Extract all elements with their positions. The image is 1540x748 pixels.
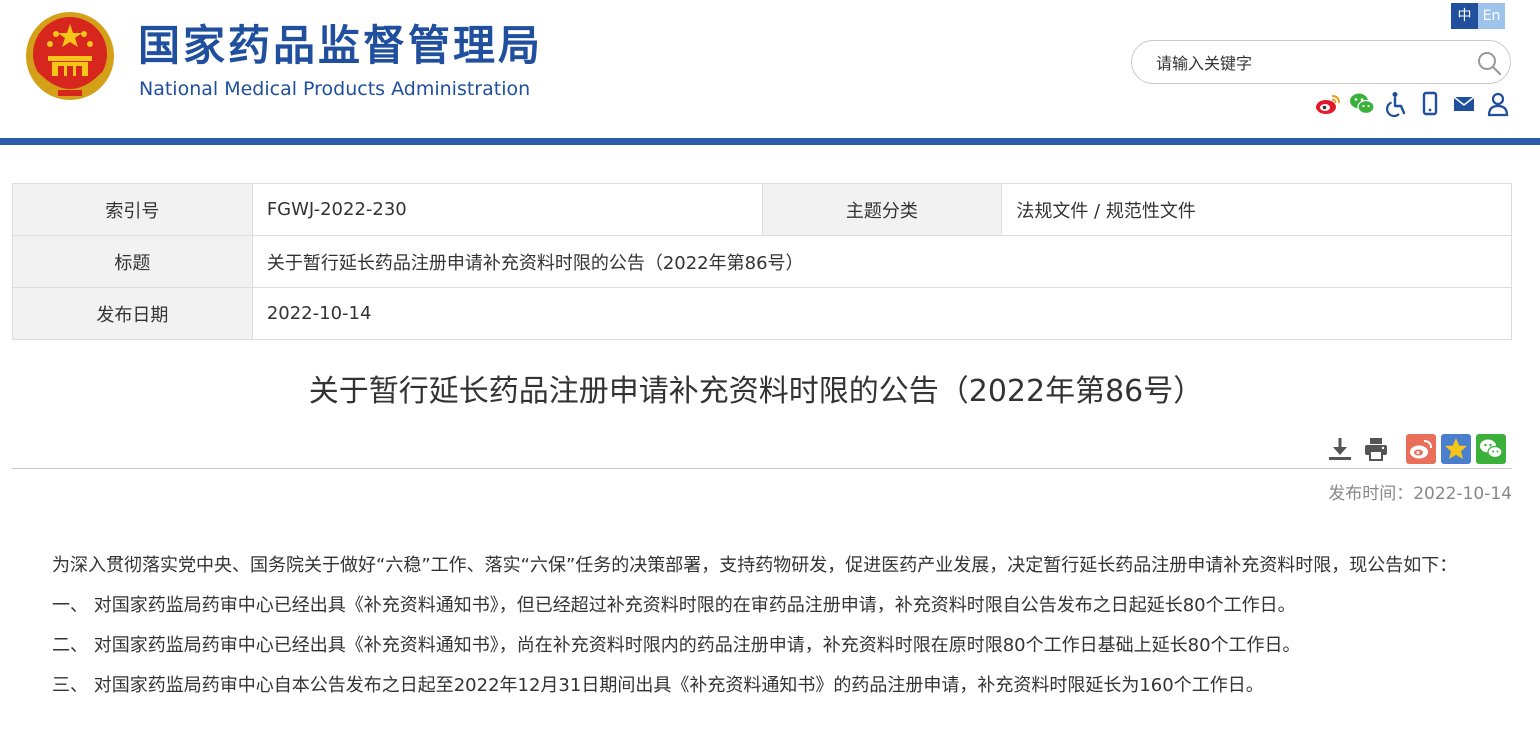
article-paragraph-3: 三、 对国家药监局药审中心自本公告发布之日起至2022年12月31日期间出具《补… [52, 675, 1264, 696]
site-logo-chinese[interactable]: 国家药品监督管理局 [138, 20, 543, 72]
document-info-table: 索引号 FGWJ-2022-230 主题分类 法规文件 / 规范性文件 标题 关… [12, 183, 1513, 340]
category-value: 法规文件 / 规范性文件 [1001, 183, 1512, 236]
header-social-links [1314, 90, 1512, 118]
index-label: 索引号 [12, 183, 253, 236]
share-weibo-icon[interactable] [1406, 434, 1436, 464]
mail-icon[interactable] [1450, 90, 1478, 118]
title-value: 关于暂行延长药品注册申请补充资料时限的公告（2022年第86号） [251, 235, 1513, 288]
info-row-index: 索引号 FGWJ-2022-230 主题分类 法规文件 / 规范性文件 [12, 183, 1512, 236]
info-row-date: 发布日期 2022-10-14 [12, 287, 1513, 340]
search-icon[interactable] [1476, 50, 1502, 76]
article-title: 关于暂行延长药品注册申请补充资料时限的公告（2022年第86号） [308, 374, 1204, 409]
article-paragraph-2: 二、 对国家药监局药审中心已经出具《补充资料通知书》，尚在补充资料时限内的药品注… [52, 635, 1301, 656]
date-label: 发布日期 [12, 287, 253, 340]
share-wechat-icon[interactable] [1476, 434, 1506, 464]
publish-time-value: 2022-10-14 [1413, 484, 1512, 504]
mobile-icon[interactable] [1416, 90, 1444, 118]
title-divider [12, 468, 1512, 469]
national-emblem-icon[interactable] [24, 10, 116, 102]
site-logo-english[interactable]: National Medical Products Administration [139, 76, 530, 102]
publish-time: 发布时间：2022-10-14 [1200, 482, 1512, 506]
article-tools [1326, 434, 1506, 464]
article-body: 为深入贯彻落实党中央、国务院关于做好“六稳”工作、落实“六保”任务的决策部署，支… [12, 546, 1512, 706]
weibo-icon[interactable] [1314, 90, 1342, 118]
search-input[interactable] [1156, 50, 1456, 76]
title-label: 标题 [12, 235, 253, 288]
wechat-icon[interactable] [1348, 90, 1376, 118]
accessibility-icon[interactable] [1382, 90, 1410, 118]
article-paragraph-1: 一、 对国家药监局药审中心已经出具《补充资料通知书》，但已经超过补充资料时限的在… [52, 595, 1296, 616]
article-paragraph-intro: 为深入贯彻落实党中央、国务院关于做好“六稳”工作、落实“六保”任务的决策部署，支… [52, 555, 1458, 576]
user-icon[interactable] [1484, 90, 1512, 118]
language-switch: 中 En [1451, 3, 1505, 29]
info-row-title: 标题 关于暂行延长药品注册申请补充资料时限的公告（2022年第86号） [12, 235, 1513, 288]
lang-chinese-button[interactable]: 中 [1451, 3, 1478, 29]
site-header: 国家药品监督管理局 National Medical Products Admi… [0, 0, 1540, 138]
publish-time-label: 发布时间： [1328, 484, 1414, 504]
category-label: 主题分类 [761, 183, 1003, 236]
lang-english-button[interactable]: En [1478, 3, 1505, 29]
share-favorite-icon[interactable] [1441, 434, 1471, 464]
search-box [1131, 40, 1511, 84]
date-value: 2022-10-14 [251, 287, 1513, 340]
print-icon[interactable] [1362, 435, 1390, 463]
index-value: FGWJ-2022-230 [251, 183, 763, 236]
download-icon[interactable] [1326, 435, 1354, 463]
header-divider-bar [0, 138, 1540, 145]
